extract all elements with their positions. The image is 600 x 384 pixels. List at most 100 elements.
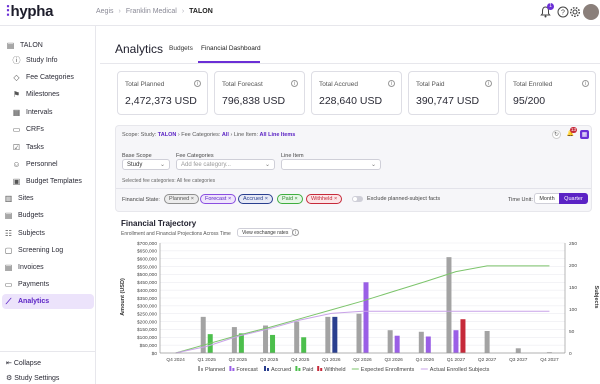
- bar-paid: [238, 333, 244, 353]
- state-chip-paid[interactable]: Paid ×: [277, 194, 303, 204]
- legend-swatch: [201, 368, 203, 371]
- legend-item: Accrued: [271, 367, 291, 373]
- y-tick-label: $150,000: [137, 327, 157, 333]
- sidebar-item-milestones[interactable]: ⚑ Milestones: [12, 87, 104, 102]
- legend-item: Planned: [205, 367, 225, 373]
- sidebar-item-payments[interactable]: ▭ Payments: [4, 277, 96, 292]
- chip-label: Accrued: [243, 196, 264, 202]
- close-icon[interactable]: ×: [265, 196, 268, 202]
- user-avatar[interactable]: [583, 4, 599, 20]
- info-icon[interactable]: i: [194, 80, 201, 87]
- sidebar-item-budget-templates[interactable]: ▣ Budget Templates: [12, 174, 104, 189]
- help-button[interactable]: ?: [557, 6, 569, 20]
- sidebar-item-personnel[interactable]: ☺ Personnel: [12, 157, 104, 172]
- state-chip-accrued[interactable]: Accrued ×: [238, 194, 273, 204]
- fee-categories-select[interactable]: Add fee category... ⌄: [176, 159, 275, 170]
- sidebar-item-sites[interactable]: ▥ Sites: [4, 191, 96, 206]
- sidebar-item-fee-categories[interactable]: ◇ Fee Categories: [12, 70, 104, 85]
- legend-swatch: [295, 366, 298, 371]
- time-unit-quarter-button[interactable]: Quarter: [559, 193, 588, 204]
- close-icon[interactable]: ×: [295, 196, 298, 202]
- tab-budgets[interactable]: Budgets: [169, 45, 193, 52]
- state-chip-forecast[interactable]: Forecast ×: [200, 194, 237, 204]
- info-icon[interactable]: i: [485, 80, 492, 87]
- stat-value: 95/200: [513, 95, 546, 107]
- chart-icon: ⟋: [5, 297, 12, 306]
- building-icon: ▥: [4, 194, 13, 203]
- selected-fee-categories: Selected fee categories: All fee categor…: [122, 178, 215, 184]
- bar-planned: [515, 348, 521, 353]
- sidebar-item-subjects[interactable]: ☷ Subjects: [4, 226, 96, 241]
- notifications-button[interactable]: 1: [540, 3, 554, 20]
- time-unit-month-button[interactable]: Month: [534, 193, 560, 204]
- sidebar-item-budgets[interactable]: ▤ Budgets: [4, 208, 96, 223]
- chip-label: Withheld: [311, 196, 333, 202]
- sidebar-item-crfs[interactable]: ▭ CRFs: [12, 122, 104, 137]
- state-chip-planned[interactable]: Planned ×: [164, 194, 199, 204]
- grid-view-button[interactable]: ▦: [580, 130, 589, 139]
- y2-tick-label: 0: [569, 351, 572, 357]
- breadcrumb-item[interactable]: Franklin Medical: [126, 8, 177, 15]
- base-scope-select[interactable]: Study ⌄: [122, 159, 170, 170]
- sidebar-item-study[interactable]: ▤ TALON: [6, 38, 98, 53]
- chevron-down-icon: ⌄: [159, 162, 165, 168]
- sidebar-item-screening-log[interactable]: ▢ Screening Log: [4, 243, 96, 258]
- tag-icon: ◇: [13, 73, 20, 82]
- state-chip-withheld[interactable]: Withheld ×: [306, 194, 343, 204]
- filter-count-badge: 13: [570, 127, 578, 133]
- info-icon[interactable]: i: [292, 229, 299, 236]
- close-icon[interactable]: ×: [228, 196, 231, 202]
- breadcrumb-item[interactable]: Aegis: [96, 8, 114, 15]
- x-tick-label: Q3 2026: [384, 357, 403, 363]
- tab-financial-dashboard[interactable]: Financial Dashboard: [201, 45, 261, 52]
- refresh-button[interactable]: ↻: [552, 130, 561, 139]
- bar-withheld: [460, 319, 466, 353]
- stat-card-total-paid: Total Paid 390,747 USD i: [408, 71, 499, 115]
- collapse-arrow-icon: ⇤: [6, 360, 12, 367]
- info-icon[interactable]: i: [291, 80, 298, 87]
- x-tick-label: Q1 2026: [322, 357, 341, 363]
- selected-note-label: Selected fee categories:: [122, 178, 176, 184]
- view-exchange-rates-button[interactable]: View exchange rates: [237, 228, 294, 237]
- y-tick-label: $300,000: [137, 304, 157, 310]
- bar-forecast: [394, 335, 400, 353]
- study-settings-button[interactable]: ⚙ Study Settings: [6, 374, 59, 382]
- breadcrumb: Aegis › Franklin Medical › TALON: [96, 8, 213, 15]
- legend-swatch: [298, 368, 301, 371]
- x-tick-label: Q4 2024: [166, 357, 185, 363]
- bar-planned: [231, 327, 237, 353]
- card-icon: ▭: [4, 280, 13, 289]
- x-tick-label: Q4 2027: [540, 357, 559, 363]
- info-icon[interactable]: i: [388, 80, 395, 87]
- legend-item: Forecast: [236, 367, 258, 373]
- sidebar-item-intervals[interactable]: ▦ Intervals: [12, 105, 104, 120]
- sidebar-item-analytics[interactable]: ⟋ Analytics: [2, 294, 94, 309]
- financial-state-label: Financial State:: [122, 197, 160, 203]
- sidebar-item-label: TALON: [20, 42, 43, 49]
- sidebar-item-label: Tasks: [26, 144, 44, 151]
- bar-planned: [546, 352, 552, 353]
- breadcrumb-current: TALON: [189, 8, 213, 15]
- filter-notifications-button[interactable]: 🔔 13: [566, 127, 578, 139]
- document-icon: ▤: [6, 41, 15, 50]
- legend-item: Withheld: [324, 367, 345, 373]
- brand-logo[interactable]: ⫶hypha: [6, 3, 53, 20]
- sidebar-item-study-info[interactable]: ⓘ Study Info: [12, 53, 104, 68]
- collapse-button[interactable]: ⇤ Collapse: [6, 359, 41, 367]
- sidebar-item-label: Analytics: [18, 298, 50, 305]
- info-icon[interactable]: i: [582, 80, 589, 87]
- settings-button[interactable]: [569, 6, 581, 20]
- sidebar-item-invoices[interactable]: ▤ Invoices: [4, 260, 96, 275]
- sidebar-item-label: Intervals: [26, 109, 53, 116]
- exclude-planned-toggle[interactable]: [352, 196, 363, 202]
- sidebar-item-label: Sites: [18, 195, 34, 202]
- close-icon[interactable]: ×: [191, 196, 194, 202]
- bar-planned: [325, 316, 331, 353]
- form-icon: ▭: [12, 125, 21, 134]
- sidebar-item-tasks[interactable]: ☑ Tasks: [12, 140, 104, 155]
- flag-icon: ⚑: [12, 90, 21, 99]
- line-item-select[interactable]: ⌄: [281, 159, 381, 170]
- y-tick-label: $100,000: [137, 335, 157, 341]
- bar-planned: [356, 313, 362, 353]
- close-icon[interactable]: ×: [334, 196, 337, 202]
